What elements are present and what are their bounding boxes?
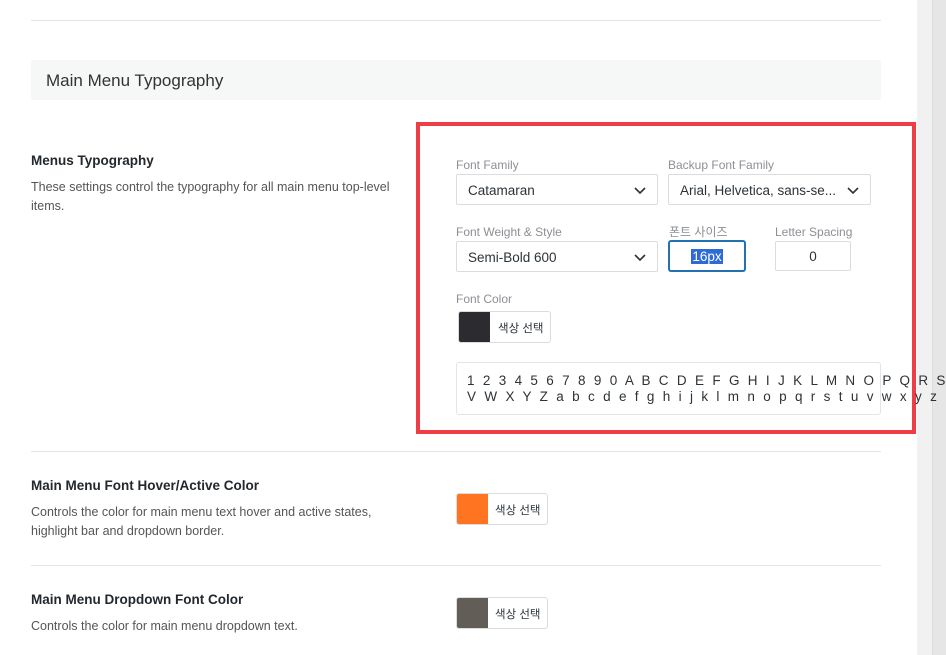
hover-color-button-label: 색상 선택 (495, 505, 541, 517)
dropdown-color-title: Main Menu Dropdown Font Color (31, 592, 244, 607)
preview-line-1: 1 2 3 4 5 6 7 8 9 0 A B C D E F G H I J … (467, 373, 946, 388)
dropdown-color-button-label: 색상 선택 (495, 609, 541, 621)
font-family-select[interactable]: Catamaran (456, 174, 658, 205)
font-family-value: Catamaran (468, 183, 535, 198)
hover-color-title: Main Menu Font Hover/Active Color (31, 478, 260, 493)
menus-typography-description: These settings control the typography fo… (31, 180, 390, 213)
font-family-label: Font Family (456, 158, 519, 172)
hover-color-button[interactable]: 색상 선택 (456, 493, 548, 525)
font-weight-value: Semi-Bold 600 (468, 250, 557, 265)
dropdown-color-description: Controls the color for main menu dropdow… (31, 619, 298, 633)
font-color-swatch (459, 312, 490, 342)
font-size-input[interactable]: 16px (669, 241, 745, 271)
row-divider (31, 565, 881, 566)
letter-spacing-input[interactable]: 0 (775, 241, 851, 271)
menus-typography-title: Menus Typography (31, 153, 154, 168)
dropdown-color-swatch (457, 598, 488, 628)
page-scrollbar[interactable] (932, 0, 946, 655)
top-divider (31, 20, 881, 21)
font-weight-label: Font Weight & Style (456, 225, 562, 239)
letter-spacing-label: Letter Spacing (775, 225, 853, 239)
backup-font-family-label: Backup Font Family (668, 158, 775, 172)
chevron-down-icon (847, 187, 859, 195)
dropdown-color-button[interactable]: 색상 선택 (456, 597, 548, 629)
font-weight-select[interactable]: Semi-Bold 600 (456, 241, 658, 272)
chevron-down-icon (634, 187, 646, 195)
hover-color-description: Controls the color for main menu text ho… (31, 505, 372, 538)
row-divider (31, 451, 881, 452)
hover-color-swatch (457, 494, 488, 524)
section-heading-title: Main Menu Typography (46, 71, 224, 90)
section-heading: Main Menu Typography (31, 60, 881, 100)
chevron-down-icon (634, 254, 646, 262)
font-color-button-label: 색상 선택 (498, 323, 544, 335)
font-size-label: 폰트 사이즈 (669, 225, 728, 239)
backup-font-family-select[interactable]: Arial, Helvetica, sans-se... (668, 174, 871, 205)
font-color-label: Font Color (456, 292, 513, 306)
backup-font-family-value: Arial, Helvetica, sans-se... (680, 183, 837, 198)
font-preview-box: 1 2 3 4 5 6 7 8 9 0 A B C D E F G H I J … (456, 362, 946, 415)
font-size-value: 16px (691, 249, 723, 264)
letter-spacing-value: 0 (809, 249, 817, 264)
font-color-button[interactable]: 색상 선택 (458, 311, 551, 343)
preview-line-2: V W X Y Z a b c d e f g h i j k l m n o … (467, 389, 940, 404)
